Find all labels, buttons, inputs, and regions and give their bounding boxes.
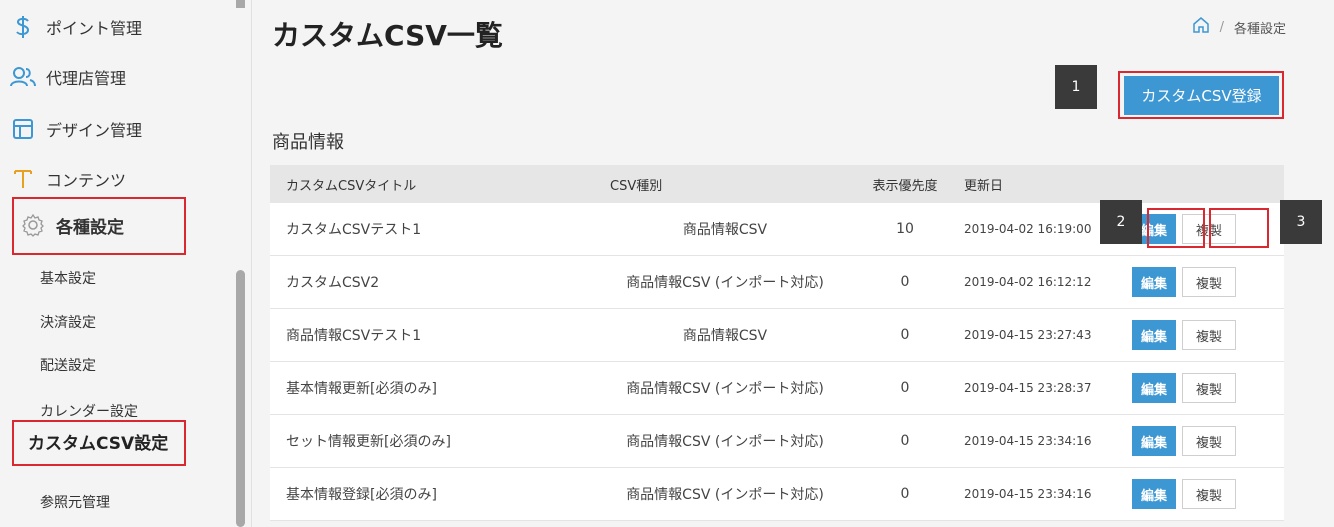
- cell-updated: 2019-04-15 23:28:37: [964, 381, 1092, 395]
- cell-priority: 0: [900, 274, 910, 290]
- sidebar-item-design[interactable]: デザイン管理: [10, 116, 142, 142]
- row-actions: 編集 複製: [1120, 267, 1284, 297]
- edit-button[interactable]: 編集: [1132, 267, 1176, 297]
- sidebar-subitem-referrer[interactable]: 参照元管理: [40, 492, 110, 512]
- section-title: 商品情報: [272, 132, 344, 153]
- users-icon: [10, 66, 36, 88]
- cell-title: カスタムCSV2: [286, 275, 380, 291]
- copy-button[interactable]: 複製: [1182, 320, 1236, 350]
- cell-type: 商品情報CSV: [682, 222, 768, 238]
- cell-title: カスタムCSVテスト1: [286, 222, 422, 238]
- cell-priority: 0: [900, 486, 910, 502]
- cell-updated: 2019-04-02 16:12:12: [964, 275, 1092, 289]
- cell-type: 商品情報CSV: [682, 328, 768, 344]
- highlight-box-edit: [1147, 208, 1205, 248]
- sidebar-item-contents[interactable]: コンテンツ: [10, 166, 126, 192]
- edit-button[interactable]: 編集: [1132, 373, 1176, 403]
- sidebar-subitem-basic[interactable]: 基本設定: [40, 268, 96, 288]
- breadcrumb-separator: /: [1219, 19, 1224, 35]
- table-row: カスタムCSV2 商品情報CSV (インポート対応) 0 2019-04-02 …: [270, 256, 1284, 309]
- copy-button[interactable]: 複製: [1182, 479, 1236, 509]
- copy-button[interactable]: 複製: [1182, 373, 1236, 403]
- sidebar-item-label: 代理店管理: [46, 69, 127, 88]
- edit-button[interactable]: 編集: [1132, 426, 1176, 456]
- edit-button[interactable]: 編集: [1132, 320, 1176, 350]
- table-row: 商品情報CSVテスト1 商品情報CSV 0 2019-04-15 23:27:4…: [270, 309, 1284, 362]
- row-actions: 編集 複製: [1120, 426, 1284, 456]
- row-actions: 編集 複製: [1120, 373, 1284, 403]
- scrollbar-thumb[interactable]: [236, 270, 245, 527]
- cell-updated: 2019-04-02 16:19:00: [964, 222, 1092, 236]
- breadcrumb-current: 各種設定: [1233, 21, 1286, 37]
- cell-updated: 2019-04-15 23:27:43: [964, 328, 1092, 342]
- cell-type: 商品情報CSV (インポート対応): [626, 487, 824, 503]
- sidebar-item-points[interactable]: ポイント管理: [10, 14, 142, 40]
- cell-updated: 2019-04-15 23:34:16: [964, 434, 1092, 448]
- highlight-box-register: [1118, 71, 1284, 119]
- header-type: CSV種別: [610, 178, 663, 194]
- table-header: カスタムCSVタイトル CSV種別 表示優先度 更新日: [270, 165, 1284, 203]
- row-actions: 編集 複製: [1120, 479, 1284, 509]
- page-title: カスタムCSV一覧: [272, 19, 503, 52]
- sidebar-item-label: コンテンツ: [46, 171, 127, 190]
- cell-title: 基本情報登録[必須のみ]: [286, 487, 437, 503]
- header-title: カスタムCSVタイトル: [286, 178, 417, 194]
- cell-updated: 2019-04-15 23:34:16: [964, 487, 1092, 501]
- dollar-icon: [10, 14, 36, 40]
- highlight-box-copy: [1209, 208, 1269, 248]
- cell-title: セット情報更新[必須のみ]: [286, 434, 451, 450]
- layout-icon: [10, 118, 36, 140]
- step-badge-3: 3: [1280, 200, 1322, 244]
- sidebar-item-agency[interactable]: 代理店管理: [10, 64, 126, 90]
- cell-priority: 0: [900, 327, 910, 343]
- scrollbar-top-cap: [236, 0, 245, 8]
- sidebar-subitem-payment[interactable]: 決済設定: [40, 312, 96, 332]
- step-badge-1: 1: [1055, 65, 1097, 109]
- home-icon[interactable]: [1192, 16, 1210, 38]
- table-row: 基本情報更新[必須のみ] 商品情報CSV (インポート対応) 0 2019-04…: [270, 362, 1284, 415]
- breadcrumb: / 各種設定: [1192, 16, 1286, 38]
- table-row: セット情報更新[必須のみ] 商品情報CSV (インポート対応) 0 2019-0…: [270, 415, 1284, 468]
- cell-priority: 10: [896, 221, 914, 237]
- copy-button[interactable]: 複製: [1182, 267, 1236, 297]
- sidebar-item-label: デザイン管理: [46, 121, 143, 140]
- sidebar-divider: [251, 0, 252, 527]
- sidebar-subitem-shipping[interactable]: 配送設定: [40, 355, 96, 375]
- cell-priority: 0: [900, 433, 910, 449]
- highlight-box-settings: [12, 197, 186, 255]
- header-updated: 更新日: [964, 178, 1004, 194]
- cell-type: 商品情報CSV (インポート対応): [626, 434, 824, 450]
- copy-button[interactable]: 複製: [1182, 426, 1236, 456]
- table-row: 基本情報登録[必須のみ] 商品情報CSV (インポート対応) 0 2019-04…: [270, 468, 1284, 521]
- cell-priority: 0: [900, 380, 910, 396]
- edit-button[interactable]: 編集: [1132, 479, 1176, 509]
- row-actions: 編集 複製: [1120, 320, 1284, 350]
- sidebar-item-label: ポイント管理: [46, 19, 143, 38]
- sidebar-subitem-calendar[interactable]: カレンダー設定: [40, 401, 138, 421]
- header-priority: 表示優先度: [872, 178, 938, 194]
- highlight-box-custom-csv: [12, 420, 186, 466]
- step-badge-2: 2: [1100, 200, 1142, 244]
- text-icon: [10, 168, 36, 190]
- cell-title: 商品情報CSVテスト1: [286, 328, 422, 344]
- cell-type: 商品情報CSV (インポート対応): [626, 381, 824, 397]
- cell-type: 商品情報CSV (インポート対応): [626, 275, 824, 291]
- cell-title: 基本情報更新[必須のみ]: [286, 381, 437, 397]
- sidebar: ポイント管理 代理店管理 デザイン管理 コンテンツ 各種設定 基本設定 決済設定…: [0, 0, 222, 527]
